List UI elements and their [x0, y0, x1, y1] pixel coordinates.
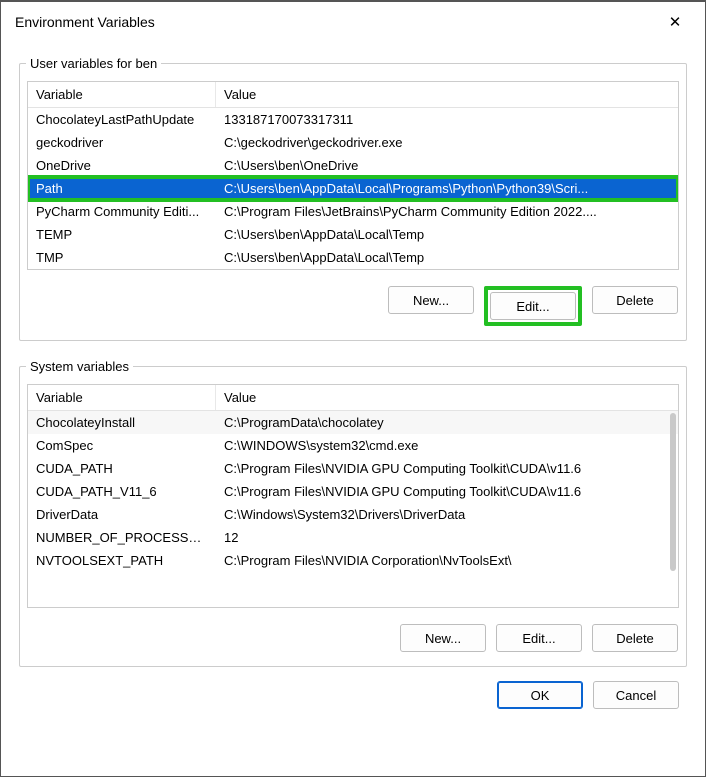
table-row-selected[interactable]: Path C:\Users\ben\AppData\Local\Programs…	[28, 177, 678, 200]
var-value: C:\ProgramData\chocolatey	[216, 413, 678, 432]
var-name: NVTOOLSEXT_PATH	[28, 551, 216, 570]
table-row[interactable]: ChocolateyLastPathUpdate 133187170073317…	[28, 108, 678, 131]
table-row[interactable]: CUDA_PATH C:\Program Files\NVIDIA GPU Co…	[28, 457, 678, 480]
var-name: OneDrive	[28, 156, 216, 175]
table-row[interactable]: DriverData C:\Windows\System32\Drivers\D…	[28, 503, 678, 526]
system-variables-table[interactable]: Variable Value ChocolateyInstall C:\Prog…	[27, 384, 679, 608]
var-name: ComSpec	[28, 436, 216, 455]
user-table-body: ChocolateyLastPathUpdate 133187170073317…	[28, 108, 678, 269]
var-name: ChocolateyInstall	[28, 413, 216, 432]
user-table-header: Variable Value	[28, 82, 678, 108]
table-row[interactable]: PyCharm Community Editi... C:\Program Fi…	[28, 200, 678, 223]
table-row[interactable]: TMP C:\Users\ben\AppData\Local\Temp	[28, 246, 678, 269]
system-variables-legend: System variables	[26, 359, 133, 374]
table-row[interactable]: CUDA_PATH_V11_6 C:\Program Files\NVIDIA …	[28, 480, 678, 503]
window-title: Environment Variables	[15, 14, 155, 30]
user-buttons: New... Edit... Delete	[26, 286, 678, 326]
var-value: C:\Program Files\NVIDIA GPU Computing To…	[216, 459, 678, 478]
dialog-content: User variables for ben Variable Value Ch…	[1, 38, 705, 727]
var-value: C:\Users\ben\OneDrive	[216, 156, 678, 175]
table-row[interactable]: TEMP C:\Users\ben\AppData\Local\Temp	[28, 223, 678, 246]
var-name: ChocolateyLastPathUpdate	[28, 110, 216, 129]
var-name: PyCharm Community Editi...	[28, 202, 216, 221]
var-value: C:\geckodriver\geckodriver.exe	[216, 133, 678, 152]
var-name: DriverData	[28, 505, 216, 524]
var-value: C:\Users\ben\AppData\Local\Temp	[216, 248, 678, 267]
table-row[interactable]: OneDrive C:\Users\ben\OneDrive	[28, 154, 678, 177]
var-value: C:\Windows\System32\Drivers\DriverData	[216, 505, 678, 524]
var-name: CUDA_PATH	[28, 459, 216, 478]
var-value: 12	[216, 528, 678, 547]
system-table-header: Variable Value	[28, 385, 678, 411]
user-variables-legend: User variables for ben	[26, 56, 161, 71]
var-value: C:\WINDOWS\system32\cmd.exe	[216, 436, 678, 455]
edit-system-var-button[interactable]: Edit...	[496, 624, 582, 652]
delete-system-var-button[interactable]: Delete	[592, 624, 678, 652]
cancel-button[interactable]: Cancel	[593, 681, 679, 709]
close-button[interactable]: ✕	[655, 7, 695, 37]
var-name: NUMBER_OF_PROCESSORS	[28, 528, 216, 547]
system-buttons: New... Edit... Delete	[26, 624, 678, 652]
var-name: TMP	[28, 248, 216, 267]
scrollbar-thumb[interactable]	[670, 413, 676, 571]
table-row[interactable]: ChocolateyInstall C:\ProgramData\chocola…	[28, 411, 678, 434]
col-value[interactable]: Value	[216, 385, 678, 410]
new-user-var-button[interactable]: New...	[388, 286, 474, 314]
ok-button[interactable]: OK	[497, 681, 583, 709]
var-value: C:\Program Files\NVIDIA GPU Computing To…	[216, 482, 678, 501]
system-table-body: ChocolateyInstall C:\ProgramData\chocola…	[28, 411, 678, 607]
var-value: C:\Program Files\NVIDIA Corporation\NvTo…	[216, 551, 678, 570]
delete-user-var-button[interactable]: Delete	[592, 286, 678, 314]
var-name: CUDA_PATH_V11_6	[28, 482, 216, 501]
dialog-buttons: OK Cancel	[19, 681, 679, 709]
col-variable[interactable]: Variable	[28, 82, 216, 107]
table-row[interactable]: ComSpec C:\WINDOWS\system32\cmd.exe	[28, 434, 678, 457]
edit-user-var-button[interactable]: Edit...	[490, 292, 576, 320]
user-variables-group: User variables for ben Variable Value Ch…	[19, 56, 687, 341]
var-value: 133187170073317311	[216, 110, 678, 129]
highlight-edit: Edit...	[484, 286, 582, 326]
close-icon: ✕	[669, 13, 682, 31]
var-name: TEMP	[28, 225, 216, 244]
var-value: C:\Program Files\JetBrains\PyCharm Commu…	[216, 202, 678, 221]
col-value[interactable]: Value	[216, 82, 678, 107]
table-row[interactable]: NUMBER_OF_PROCESSORS 12	[28, 526, 678, 549]
new-system-var-button[interactable]: New...	[400, 624, 486, 652]
var-name: Path	[28, 179, 216, 198]
user-variables-table[interactable]: Variable Value ChocolateyLastPathUpdate …	[27, 81, 679, 270]
system-variables-group: System variables Variable Value Chocolat…	[19, 359, 687, 667]
var-value: C:\Users\ben\AppData\Local\Temp	[216, 225, 678, 244]
var-name: geckodriver	[28, 133, 216, 152]
col-variable[interactable]: Variable	[28, 385, 216, 410]
var-value: C:\Users\ben\AppData\Local\Programs\Pyth…	[216, 179, 678, 198]
table-row[interactable]: NVTOOLSEXT_PATH C:\Program Files\NVIDIA …	[28, 549, 678, 572]
titlebar: Environment Variables ✕	[1, 2, 705, 38]
table-row[interactable]: geckodriver C:\geckodriver\geckodriver.e…	[28, 131, 678, 154]
